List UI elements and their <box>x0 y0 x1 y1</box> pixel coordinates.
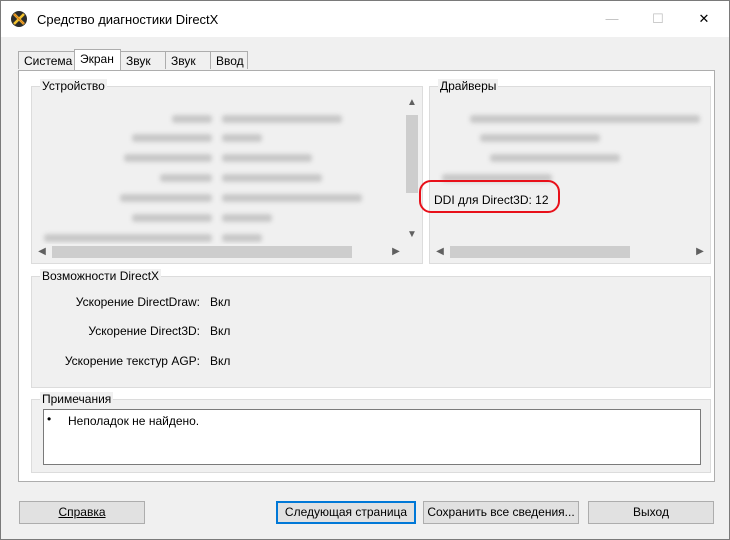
window-title: Средство диагностики DirectX <box>37 12 219 27</box>
next-page-button[interactable]: Следующая страница <box>276 501 416 524</box>
close-button[interactable]: ✕ <box>681 1 727 37</box>
device-vscroll-thumb[interactable] <box>406 115 418 193</box>
tab-display[interactable]: Экран <box>74 49 121 70</box>
notes-textbox[interactable]: • Неполадок не найдено. <box>43 409 701 465</box>
notes-legend: Примечания <box>40 392 114 406</box>
help-button[interactable]: Справка <box>19 501 145 524</box>
notes-text: Неполадок не найдено. <box>68 414 200 428</box>
help-button-label: Справка <box>58 505 106 519</box>
scroll-left-icon[interactable]: ◀ <box>34 244 50 260</box>
scroll-left-icon[interactable]: ◀ <box>432 244 448 260</box>
tab-input[interactable]: Ввод <box>210 51 248 69</box>
direct3d-label: Ускорение Direct3D: <box>88 324 200 338</box>
save-all-info-button-label: Сохранить все сведения... <box>427 505 575 519</box>
directdraw-value: Вкл <box>210 295 231 309</box>
tab-sound-1[interactable]: Звук 1 <box>120 51 166 86</box>
display-tab-panel: Устройство ▲ ▼ ◀ ▶ Драйверы DDI для Dire… <box>18 70 715 482</box>
device-legend: Устройство <box>40 79 107 93</box>
scroll-down-icon[interactable]: ▼ <box>404 227 420 243</box>
scroll-right-icon[interactable]: ▶ <box>692 244 708 260</box>
maximize-icon: ☐ <box>652 11 664 26</box>
device-hscroll-thumb[interactable] <box>52 246 352 258</box>
dxdiag-app-icon <box>11 11 27 27</box>
dxdiag-window: Средство диагностики DirectX — ☐ ✕ Систе… <box>0 0 730 540</box>
maximize-button[interactable]: ☐ <box>635 1 681 37</box>
drivers-hscroll-thumb[interactable] <box>450 246 630 258</box>
device-group: Устройство ▲ ▼ ◀ ▶ <box>31 79 423 264</box>
drivers-horizontal-scrollbar[interactable]: ◀ ▶ <box>432 244 708 260</box>
scroll-right-icon[interactable]: ▶ <box>388 244 404 260</box>
directdraw-label: Ускорение DirectDraw: <box>75 295 200 309</box>
tab-system[interactable]: Система <box>18 51 75 69</box>
drivers-group: Драйверы DDI для Direct3D: 12 ◀ ▶ <box>429 79 711 264</box>
agp-texture-value: Вкл <box>210 354 231 368</box>
device-vertical-scrollbar[interactable]: ▲ ▼ <box>404 95 420 243</box>
save-all-info-button[interactable]: Сохранить все сведения... <box>423 501 579 524</box>
directx-features-legend: Возможности DirectX <box>40 269 162 283</box>
close-icon: ✕ <box>698 11 710 26</box>
drivers-legend: Драйверы <box>438 79 499 93</box>
ddi-highlight-annotation <box>419 180 560 213</box>
next-page-button-label: Следующая страница <box>284 505 408 519</box>
scroll-up-icon[interactable]: ▲ <box>404 95 420 111</box>
directx-features-group: Возможности DirectX Ускорение DirectDraw… <box>31 269 711 388</box>
exit-button-label: Выход <box>633 505 669 519</box>
title-bar[interactable]: Средство диагностики DirectX — ☐ ✕ <box>1 1 729 37</box>
tab-sound-2[interactable]: Звук 2 <box>165 51 211 86</box>
direct3d-value: Вкл <box>210 324 231 338</box>
device-horizontal-scrollbar[interactable]: ◀ ▶ <box>34 244 404 260</box>
notes-bullet: • <box>47 412 52 426</box>
exit-button[interactable]: Выход <box>588 501 714 524</box>
minimize-icon: — <box>605 11 619 26</box>
agp-texture-label: Ускорение текстур AGP: <box>64 354 200 368</box>
minimize-button[interactable]: — <box>589 1 635 37</box>
